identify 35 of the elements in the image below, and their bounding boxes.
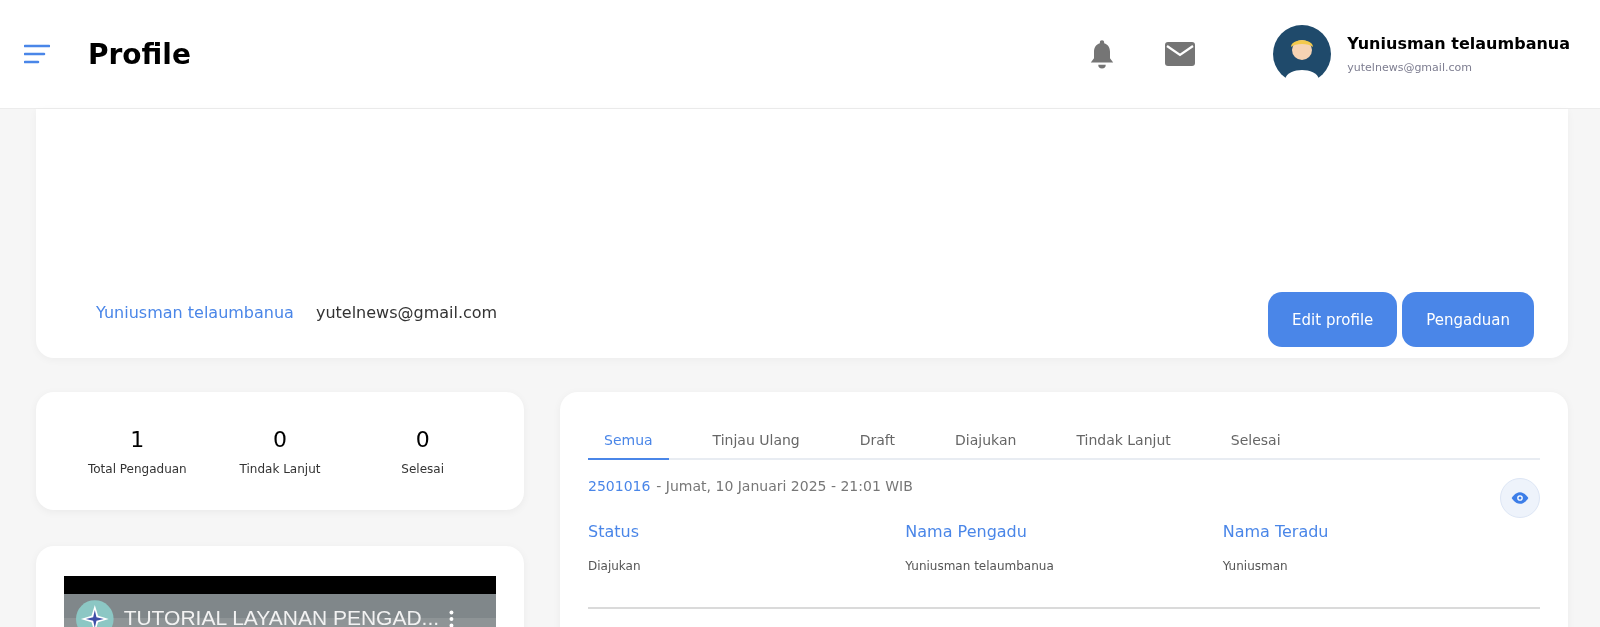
avatar[interactable] <box>1273 25 1332 83</box>
action-button[interactable]: Pengaduan <box>1402 292 1534 347</box>
profile-email: yutelnews@gmail.com <box>315 303 498 322</box>
field-value: Diajukan <box>588 559 642 573</box>
stat-value: 1 <box>130 426 145 452</box>
profile-name: Yuniusman telaumbanua <box>96 303 294 322</box>
stat-label: Selesai <box>401 461 444 476</box>
tab[interactable]: Tindak Lanjut <box>1060 422 1187 460</box>
more-icon[interactable] <box>449 608 454 627</box>
user-name: Yuniusman telaumbanua <box>1347 34 1570 53</box>
tab[interactable]: Semua <box>588 422 669 460</box>
stat-label: Total Pengaduan <box>87 461 187 476</box>
page-title: Profile <box>88 37 191 71</box>
tab[interactable]: Draft <box>843 422 912 460</box>
tab[interactable]: Diajukan <box>939 422 1033 460</box>
stat-value: 0 <box>273 426 287 452</box>
video-title: TUTORIAL LAYANAN PENGAD... <box>123 606 440 627</box>
field-label: Nama Pengadu <box>905 522 1028 541</box>
field-label: Status <box>588 522 640 541</box>
bell-icon[interactable] <box>1089 38 1116 70</box>
complaint-id[interactable]: 2501016 <box>588 478 651 494</box>
stat-label: Tindak Lanjut <box>239 461 321 476</box>
complaint-date: - Jumat, 10 Januari 2025 - 21:01 WIB <box>656 478 913 494</box>
field-value: Yuniusman <box>1222 559 1289 573</box>
stat-value: 0 <box>415 426 430 452</box>
action-button[interactable]: Edit profile <box>1268 292 1398 347</box>
field-value: Yuniusman telaumbanua <box>905 559 1055 573</box>
tab[interactable]: Selesai <box>1214 422 1297 460</box>
view-button[interactable] <box>1500 478 1540 518</box>
eye-icon <box>1510 491 1530 505</box>
menu-icon[interactable] <box>24 43 50 65</box>
tab[interactable]: Tinjau Ulang <box>696 422 816 460</box>
mail-icon[interactable] <box>1165 42 1196 66</box>
user-email: yutelnews@gmail.com <box>1347 61 1473 74</box>
field-label: Nama Teradu <box>1222 522 1330 541</box>
